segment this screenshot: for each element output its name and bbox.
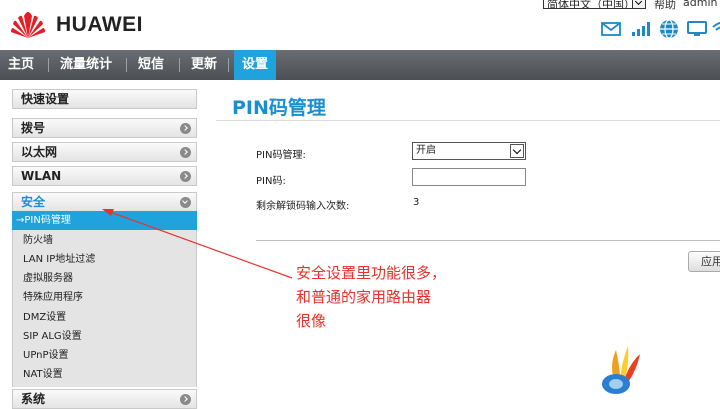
annotation-text: 安全设置里功能很多， 和普通的家用路由器 很像 bbox=[296, 264, 447, 330]
decorative-logo-icon bbox=[602, 346, 640, 394]
